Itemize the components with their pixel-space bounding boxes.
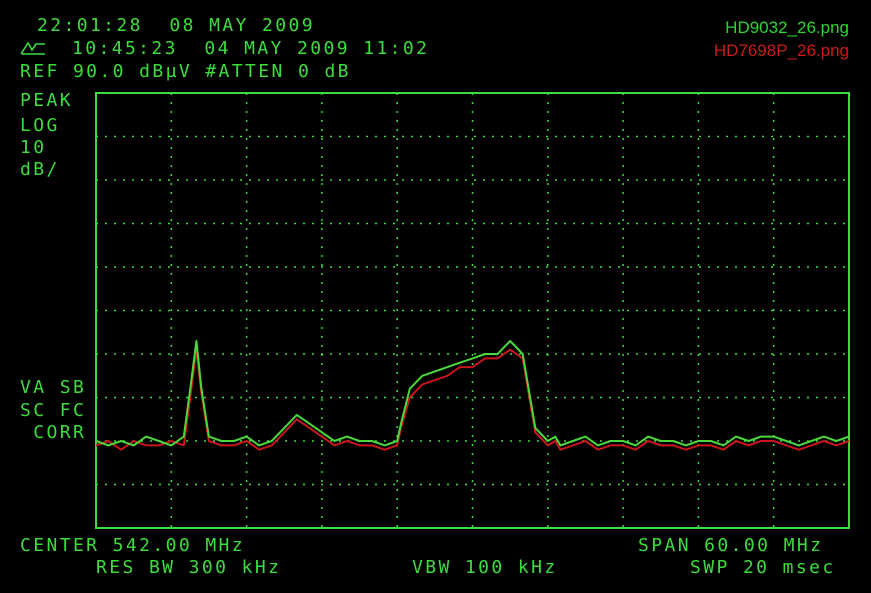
annotation-corr: CORR bbox=[20, 422, 87, 443]
trace-line-a bbox=[95, 340, 850, 447]
legend-file-b: HD7698P_26.png bbox=[713, 41, 849, 60]
annotation-sc-fc: SC FC bbox=[20, 400, 87, 421]
trace-store-icon bbox=[20, 41, 45, 55]
graticule bbox=[96, 93, 849, 528]
scale-type: LOG bbox=[20, 115, 60, 136]
scale-unit: dB/ bbox=[20, 159, 60, 180]
scale-per-div: 10 bbox=[20, 137, 47, 158]
reference-level-line: REF 90.0 dBµV #ATTEN 0 dB bbox=[20, 61, 351, 82]
video-bandwidth: VBW 100 kHz bbox=[412, 557, 558, 578]
center-frequency: CENTER 542.00 MHz bbox=[20, 535, 246, 556]
current-time-line: 22:01:28 08 MAY 2009 bbox=[37, 15, 315, 36]
annotation-va-sb: VA SB bbox=[20, 377, 87, 398]
sweep-time: SWP 20 msec bbox=[690, 557, 836, 578]
traces bbox=[95, 340, 850, 451]
trace-time-line: 10:45:23 04 MAY 2009 11:02 bbox=[72, 38, 430, 59]
detector-mode: PEAK bbox=[20, 90, 73, 111]
spectrum-plot bbox=[95, 92, 850, 529]
frequency-span: SPAN 60.00 MHz bbox=[638, 535, 824, 556]
resolution-bandwidth: RES BW 300 kHz bbox=[96, 557, 282, 578]
legend-file-a: HD9032_26.png bbox=[725, 18, 849, 37]
